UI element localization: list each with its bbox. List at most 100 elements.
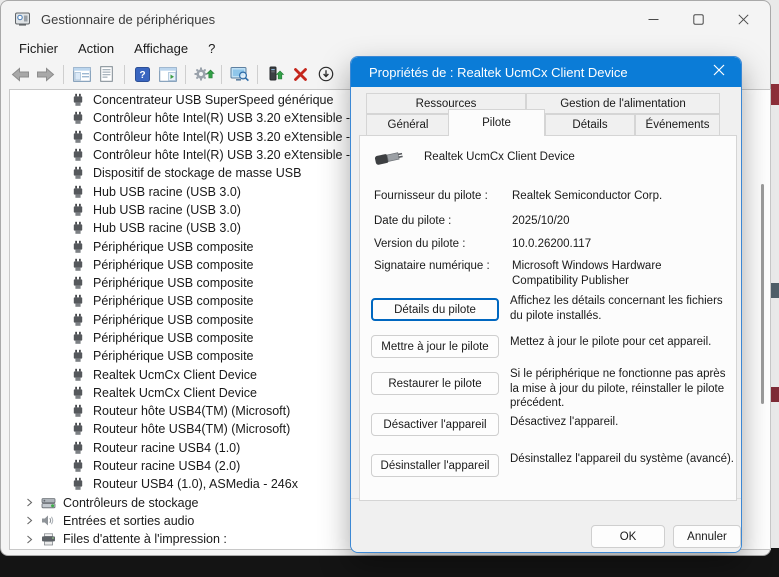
usb-icon xyxy=(72,477,85,491)
menu-item-affichage[interactable]: Affichage xyxy=(124,39,198,58)
back-button[interactable] xyxy=(8,62,33,87)
menu-item-action[interactable]: Action xyxy=(68,39,124,58)
tree-item-label: Contrôleur hôte Intel(R) USB 3.20 eXtens… xyxy=(93,130,378,144)
close-button[interactable] xyxy=(721,1,766,37)
usb-icon xyxy=(72,258,85,272)
action-pane-icon xyxy=(159,67,177,82)
storage-icon xyxy=(41,496,57,510)
background-window-fragment xyxy=(771,283,779,298)
tree-item-label: Périphérique USB composite xyxy=(93,294,254,308)
tree-item-label: Routeur racine USB4 (1.0) xyxy=(93,441,240,455)
tree-item-label: Contrôleurs de stockage xyxy=(63,496,199,510)
tab-evenements[interactable]: Événements xyxy=(635,114,720,136)
svg-text:?: ? xyxy=(139,70,145,81)
usb-icon xyxy=(72,276,85,290)
usb-icon xyxy=(72,349,85,363)
tree-item-label: Entrées et sorties audio xyxy=(63,514,194,528)
usb-icon xyxy=(72,313,85,327)
usb-icon xyxy=(72,368,85,382)
toolbar-separator xyxy=(63,65,64,84)
menu-item-fichier[interactable]: Fichier xyxy=(9,39,68,58)
usb-icon xyxy=(72,459,85,473)
tab-alimentation[interactable]: Gestion de l'alimentation xyxy=(526,93,720,114)
uninstall-device-icon xyxy=(293,67,308,82)
usb-icon xyxy=(72,185,85,199)
disable-device-button[interactable]: Désactiver l'appareil xyxy=(371,413,499,436)
properties-icon xyxy=(99,66,114,82)
forward-button[interactable] xyxy=(33,62,58,87)
printer-icon xyxy=(41,533,57,546)
help-icon: ? xyxy=(135,67,150,82)
tree-item-label: Routeur hôte USB4(TM) (Microsoft) xyxy=(93,404,290,418)
ok-button[interactable]: OK xyxy=(591,525,665,548)
tree-item-label: Périphérique USB composite xyxy=(93,331,254,345)
tree-item-label: Périphérique USB composite xyxy=(93,258,254,272)
usb-icon xyxy=(72,130,85,144)
usb-icon xyxy=(72,93,85,107)
action-pane-button[interactable] xyxy=(155,62,180,87)
driver-details-button[interactable]: Détails du pilote xyxy=(371,298,499,321)
tree-item-label: Routeur racine USB4 (2.0) xyxy=(93,459,240,473)
disable-device-button[interactable] xyxy=(313,62,338,87)
tree-item-label: Hub USB racine (USB 3.0) xyxy=(93,203,241,217)
field-value: 2025/10/20 xyxy=(512,214,728,229)
action-description: Désactivez l'appareil. xyxy=(510,415,736,430)
driver-field-row: Signataire numérique :Microsoft Windows … xyxy=(374,259,728,288)
roll-back-driver-button[interactable]: Restaurer le pilote xyxy=(371,372,499,395)
background-window-fragment xyxy=(771,84,779,105)
audio-icon xyxy=(41,514,57,527)
driver-field-row: Version du pilote :10.0.26200.117 xyxy=(374,237,728,252)
enable-device-button[interactable] xyxy=(263,62,288,87)
back-arrow-icon xyxy=(11,67,30,82)
device-header: Realtek UcmCx Client Device xyxy=(374,146,575,168)
chevron-right-icon[interactable] xyxy=(26,516,34,525)
tree-item-label: Routeur USB4 (1.0), ASMedia - 246x xyxy=(93,477,298,491)
tree-item-label: Realtek UcmCx Client Device xyxy=(93,386,257,400)
field-value: Microsoft Windows Hardware Compatibility… xyxy=(512,259,728,288)
tree-item-label: Périphérique USB composite xyxy=(93,240,254,254)
cancel-button[interactable]: Annuler xyxy=(673,525,741,548)
update-driver-button[interactable]: Mettre à jour le pilote xyxy=(371,335,499,358)
close-icon xyxy=(738,14,749,25)
tree-item-label: Concentrateur USB SuperSpeed générique xyxy=(93,93,333,107)
usb-icon xyxy=(72,331,85,345)
tree-item-label: Dispositif de stockage de masse USB xyxy=(93,166,301,180)
usb-icon xyxy=(72,386,85,400)
console-tree-icon xyxy=(73,67,91,82)
uninstall-device-button[interactable]: Désinstaller l'appareil xyxy=(371,454,499,477)
field-label: Version du pilote : xyxy=(374,237,512,252)
maximize-button[interactable] xyxy=(676,1,721,37)
tree-scrollbar[interactable] xyxy=(761,184,764,404)
tab-general[interactable]: Général xyxy=(366,114,450,136)
forward-arrow-icon xyxy=(36,67,55,82)
tree-item-label: Contrôleur hôte Intel(R) USB 3.20 eXtens… xyxy=(93,111,378,125)
action-description: Mettez à jour le pilote pour cet apparei… xyxy=(510,335,736,350)
usb-icon xyxy=(72,203,85,217)
show-console-tree-button[interactable] xyxy=(69,62,94,87)
tab-page-pilote: Realtek UcmCx Client Device Fournisseur … xyxy=(359,135,737,501)
window-titlebar: Gestionnaire de périphériques xyxy=(1,1,770,37)
dialog-title: Propriétés de : Realtek UcmCx Client Dev… xyxy=(369,65,628,80)
properties-button[interactable] xyxy=(94,62,119,87)
tab-pilote[interactable]: Pilote xyxy=(448,109,545,136)
dialog-close-button[interactable] xyxy=(697,57,741,87)
uninstall-device-button[interactable] xyxy=(288,62,313,87)
usb-icon xyxy=(72,148,85,162)
update-driver-icon xyxy=(193,66,215,82)
properties-dialog: Propriétés de : Realtek UcmCx Client Dev… xyxy=(350,56,742,553)
tree-item-label: Realtek UcmCx Client Device xyxy=(93,368,257,382)
field-label: Signataire numérique : xyxy=(374,259,512,288)
chevron-right-icon[interactable] xyxy=(26,535,34,544)
chevron-right-icon[interactable] xyxy=(26,498,34,507)
update-driver-button[interactable] xyxy=(191,62,216,87)
minimize-button[interactable] xyxy=(631,1,676,37)
action-description: Si le périphérique ne fonctionne pas apr… xyxy=(510,367,736,411)
tab-details[interactable]: Détails xyxy=(545,114,635,136)
background-window-fragment xyxy=(771,387,779,402)
usb-icon xyxy=(72,166,85,180)
help-button[interactable]: ? xyxy=(130,62,155,87)
scan-hardware-button[interactable] xyxy=(227,62,252,87)
menu-item-aide[interactable]: ? xyxy=(198,39,225,58)
toolbar-separator xyxy=(185,65,186,84)
disable-device-icon xyxy=(318,66,334,82)
